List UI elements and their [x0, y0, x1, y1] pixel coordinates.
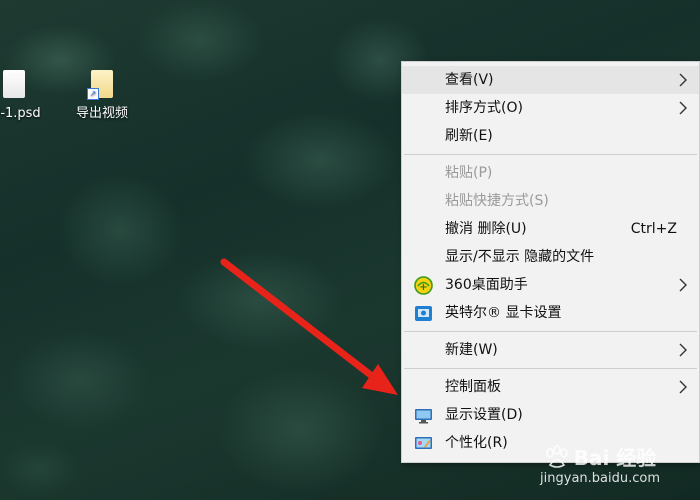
menu-separator — [404, 331, 697, 332]
menu-item-paste-shortcut: 粘贴快捷方式(S) — [402, 187, 699, 215]
menu-item-label: 控制面板 — [445, 379, 501, 395]
menu-item-paste: 粘贴(P) — [402, 159, 699, 187]
menu-item-label: 查看(V) — [445, 72, 494, 88]
menu-item-label: 刷新(E) — [445, 128, 493, 144]
display-settings-icon — [415, 409, 432, 424]
baidu-jingyan-watermark: Bai 经验 jingyan.baidu.com — [540, 442, 660, 486]
desktop-icon-label: 题-1.psd — [0, 106, 41, 121]
menu-separator — [404, 154, 697, 155]
menu-separator — [404, 368, 697, 369]
menu-item-view[interactable]: 查看(V) — [402, 66, 699, 94]
intel-graphics-icon — [415, 306, 432, 321]
chevron-right-icon — [679, 343, 687, 357]
menu-item-label: 新建(W) — [445, 342, 498, 358]
chevron-right-icon — [679, 73, 687, 87]
menu-item-sort[interactable]: 排序方式(O) — [402, 94, 699, 122]
chevron-right-icon — [679, 278, 687, 292]
menu-item-label: 显示设置(D) — [445, 407, 523, 423]
shortcut-arrow-icon: ↗ — [87, 88, 99, 100]
menu-item-intel-graphics[interactable]: 英特尔® 显卡设置 — [402, 299, 699, 327]
watermark-brand-text: Bai 经验 — [573, 446, 657, 470]
360-desktop-icon: + — [414, 276, 433, 295]
desktop-context-menu: 查看(V) 排序方式(O) 刷新(E) 粘贴(P) 粘贴快捷方式(S) 撤消 删… — [401, 61, 700, 463]
menu-item-toggle-hidden-files[interactable]: 显示/不显示 隐藏的文件 — [402, 243, 699, 271]
menu-item-refresh[interactable]: 刷新(E) — [402, 122, 699, 150]
menu-item-label: 360桌面助手 — [445, 277, 528, 293]
shortcut-file-icon: ↗ — [87, 70, 113, 100]
menu-item-360-desktop[interactable]: + 360桌面助手 — [402, 271, 699, 299]
menu-item-display-settings[interactable]: 显示设置(D) — [402, 401, 699, 429]
desktop-icon-psd[interactable]: 题-1.psd — [0, 70, 54, 121]
menu-item-label: 排序方式(O) — [445, 100, 523, 116]
watermark-brand: Bai 经验 — [540, 442, 660, 471]
menu-item-new[interactable]: 新建(W) — [402, 336, 699, 364]
chevron-right-icon — [679, 101, 687, 115]
menu-item-label: 粘贴(P) — [445, 165, 493, 181]
watermark-url: jingyan.baidu.com — [540, 471, 660, 486]
menu-item-undo-delete[interactable]: 撤消 删除(U) Ctrl+Z — [402, 215, 699, 243]
psd-file-icon — [3, 70, 25, 98]
menu-item-label: 粘贴快捷方式(S) — [445, 193, 549, 209]
menu-item-label: 显示/不显示 隐藏的文件 — [445, 249, 595, 265]
chevron-right-icon — [679, 380, 687, 394]
menu-item-label: 撤消 删除(U) — [445, 221, 527, 237]
desktop-icon-label: 导出视频 — [75, 106, 128, 121]
desktop-icon-export-video[interactable]: ↗ 导出视频 — [62, 70, 142, 121]
menu-item-control-panel[interactable]: 控制面板 — [402, 373, 699, 401]
baidu-paw-icon — [545, 444, 568, 468]
personalize-icon — [415, 437, 432, 449]
menu-item-label: 英特尔® 显卡设置 — [445, 305, 562, 321]
desktop[interactable]: 题-1.psd ↗ 导出视频 查看(V) 排序方式(O) 刷新(E) 粘贴(P)… — [0, 0, 700, 500]
shortcut-label: Ctrl+Z — [630, 221, 677, 237]
svg-text:+: + — [419, 282, 427, 293]
menu-item-label: 个性化(R) — [445, 435, 508, 451]
